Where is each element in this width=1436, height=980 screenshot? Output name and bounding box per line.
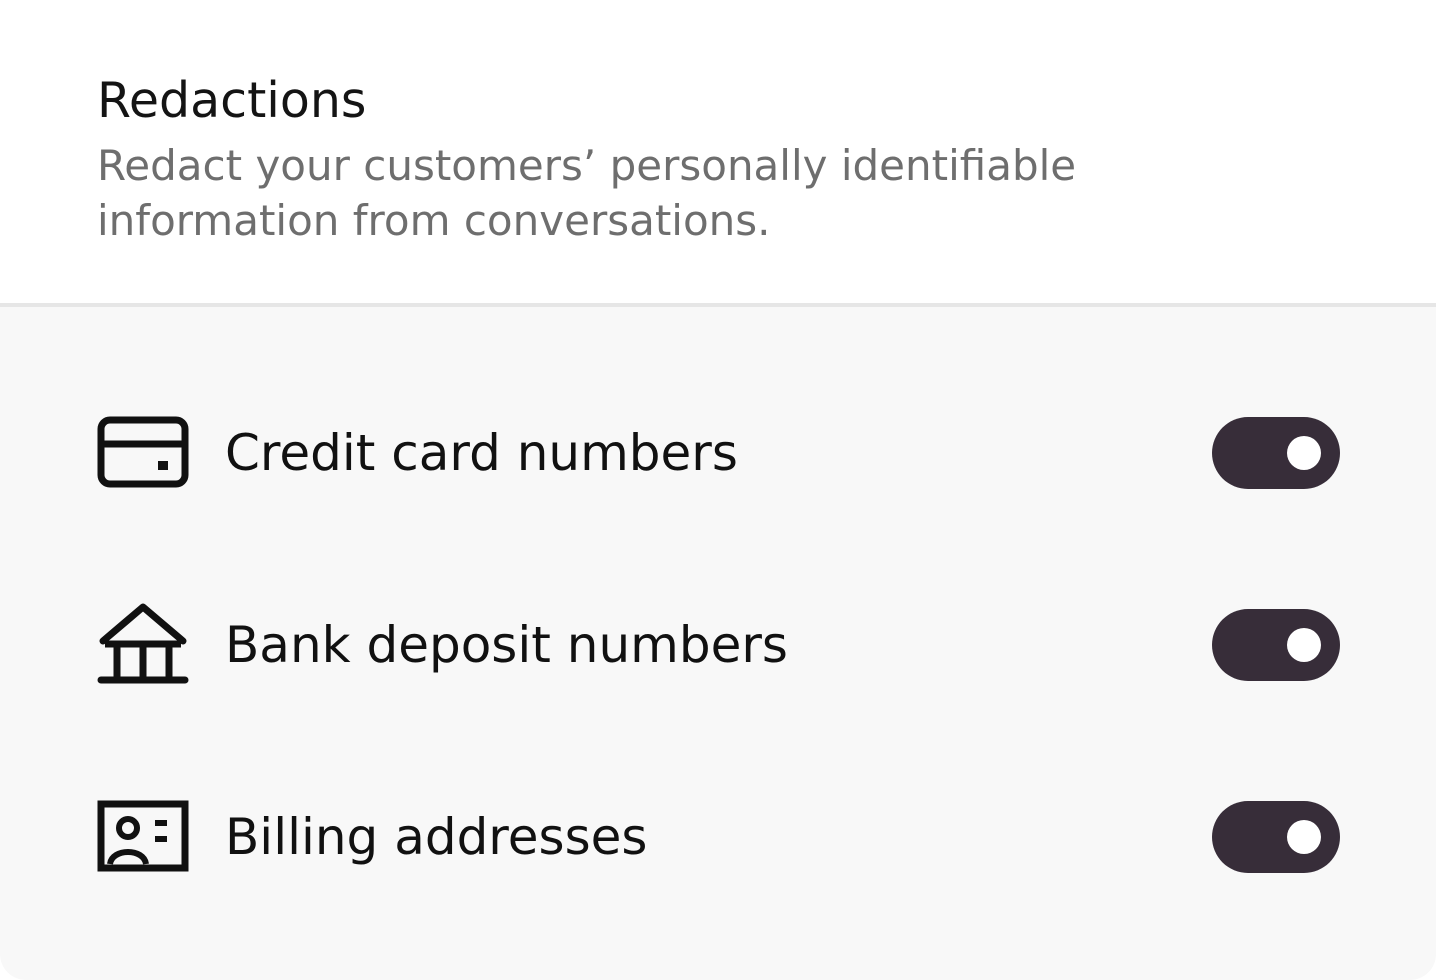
id-card-icon: [97, 792, 189, 882]
redaction-row-credit-card: Credit card numbers: [0, 408, 1436, 498]
credit-card-icon: [97, 408, 189, 498]
toggle-knob: [1287, 628, 1321, 662]
redactions-header: Redactions Redact your customers’ person…: [0, 0, 1436, 303]
redaction-label-credit-card: Credit card numbers: [225, 424, 738, 482]
bank-deposit-redaction-toggle[interactable]: [1212, 609, 1340, 681]
redaction-row-bank-deposit: Bank deposit numbers: [0, 600, 1436, 690]
redactions-card: Redactions Redact your customers’ person…: [0, 0, 1436, 980]
redaction-options-list: Credit card numbers Bank deposit numbers: [0, 307, 1436, 980]
billing-address-redaction-toggle[interactable]: [1212, 801, 1340, 873]
redaction-label-bank-deposit: Bank deposit numbers: [225, 616, 788, 674]
redaction-label-billing-address: Billing addresses: [225, 808, 648, 866]
redaction-row-billing-address: Billing addresses: [0, 792, 1436, 882]
toggle-knob: [1287, 820, 1321, 854]
section-title: Redactions: [97, 72, 367, 129]
bank-icon: [97, 600, 189, 690]
section-description: Redact your customers’ personally identi…: [97, 141, 1077, 245]
credit-card-redaction-toggle[interactable]: [1212, 417, 1340, 489]
toggle-knob: [1287, 436, 1321, 470]
